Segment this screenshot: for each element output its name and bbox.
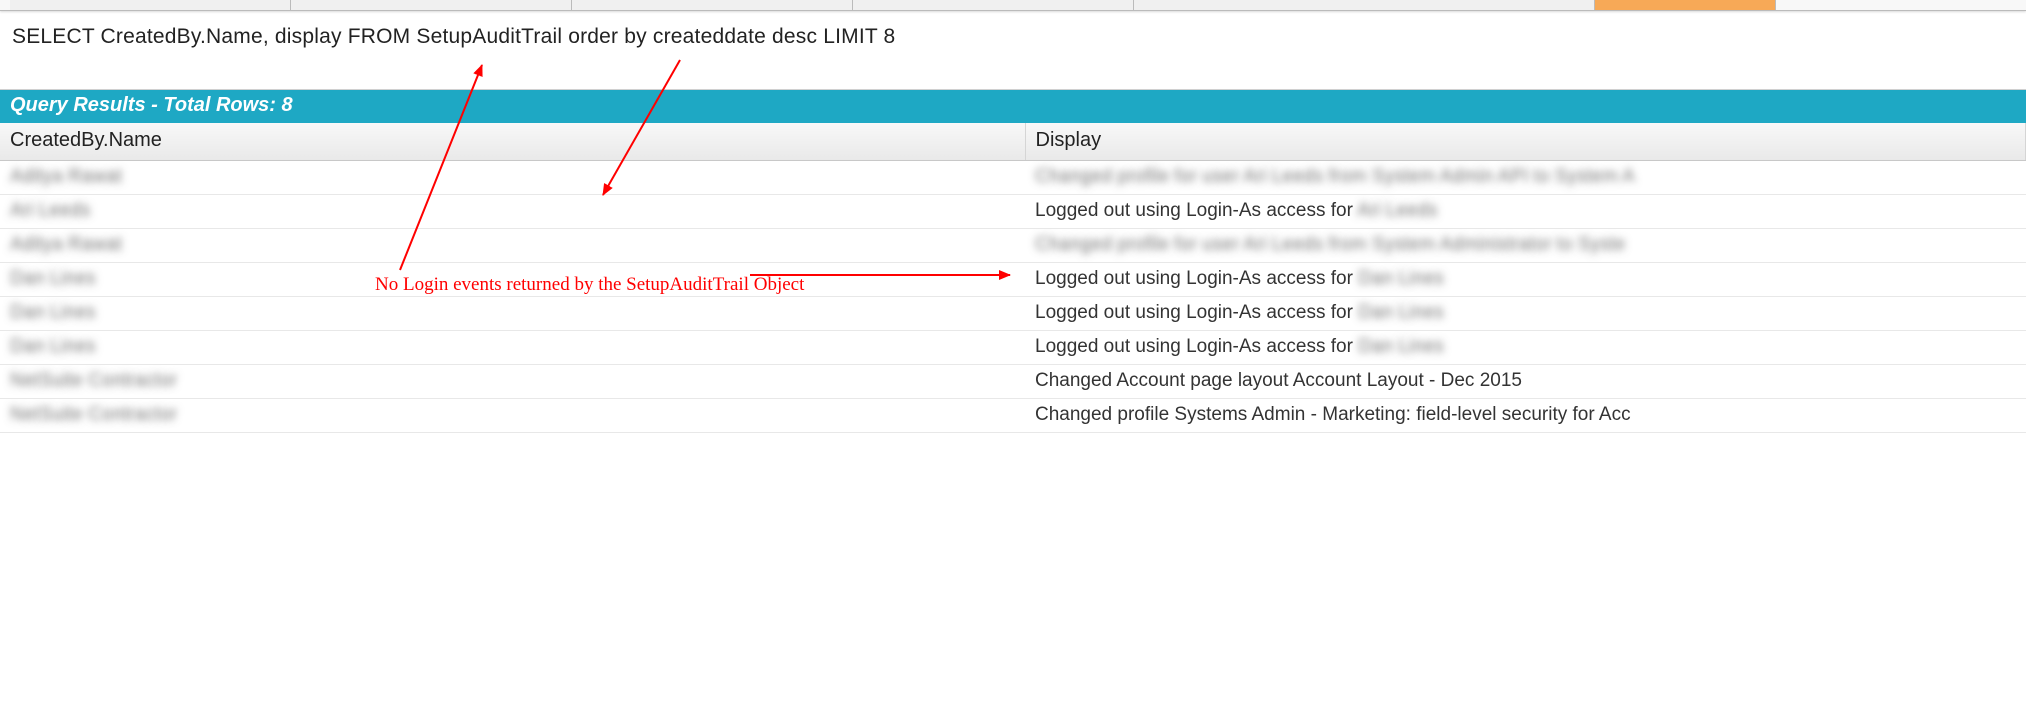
table-row[interactable]: Dan LinesLogged out using Login-As acces… [0, 263, 2026, 297]
tab-item[interactable] [572, 0, 853, 10]
cell-display: Logged out using Login-As access for Dan… [1025, 297, 2026, 331]
cell-display: Logged out using Login-As access for Dan… [1025, 263, 2026, 297]
cell-createdby-name: Ari Leeds [0, 195, 1025, 229]
cell-createdby-name: NetSuite Contractor [0, 365, 1025, 399]
column-header-display[interactable]: Display [1025, 123, 2026, 161]
cell-display: Changed Account page layout Account Layo… [1025, 365, 2026, 399]
table-row[interactable]: Aditya RawatChanged profile for user Ari… [0, 229, 2026, 263]
cell-createdby-name: Dan Lines [0, 263, 1025, 297]
cell-createdby-name: Aditya Rawat [0, 229, 1025, 263]
soql-query-text[interactable]: SELECT CreatedBy.Name, display FROM Setu… [0, 17, 2026, 90]
cell-createdby-name: Aditya Rawat [0, 161, 1025, 195]
query-results-table: CreatedBy.Name Display Aditya RawatChang… [0, 123, 2026, 433]
table-header-row: CreatedBy.Name Display [0, 123, 2026, 161]
tab-bar [0, 0, 2026, 11]
cell-display: Changed profile for user Ari Leeds from … [1025, 229, 2026, 263]
column-header-createdby-name[interactable]: CreatedBy.Name [0, 123, 1025, 161]
cell-display: Logged out using Login-As access for Ari… [1025, 195, 2026, 229]
cell-createdby-name: Dan Lines [0, 297, 1025, 331]
table-row[interactable]: Aditya RawatChanged profile for user Ari… [0, 161, 2026, 195]
table-row[interactable]: Dan LinesLogged out using Login-As acces… [0, 297, 2026, 331]
cell-display: Logged out using Login-As access for Dan… [1025, 331, 2026, 365]
table-row[interactable]: NetSuite ContractorChanged profile Syste… [0, 399, 2026, 433]
cell-display: Changed profile Systems Admin - Marketin… [1025, 399, 2026, 433]
tab-item[interactable] [10, 0, 291, 10]
table-row[interactable]: Dan LinesLogged out using Login-As acces… [0, 331, 2026, 365]
cell-createdby-name: NetSuite Contractor [0, 399, 1025, 433]
cell-createdby-name: Dan Lines [0, 331, 1025, 365]
query-results-header: Query Results - Total Rows: 8 [0, 90, 2026, 123]
tab-item[interactable] [1134, 0, 1595, 10]
cell-display: Changed profile for user Ari Leeds from … [1025, 161, 2026, 195]
tab-item[interactable] [291, 0, 572, 10]
tab-item[interactable] [853, 0, 1134, 10]
table-row[interactable]: NetSuite ContractorChanged Account page … [0, 365, 2026, 399]
table-row[interactable]: Ari LeedsLogged out using Login-As acces… [0, 195, 2026, 229]
tab-item-active[interactable] [1595, 0, 1776, 10]
